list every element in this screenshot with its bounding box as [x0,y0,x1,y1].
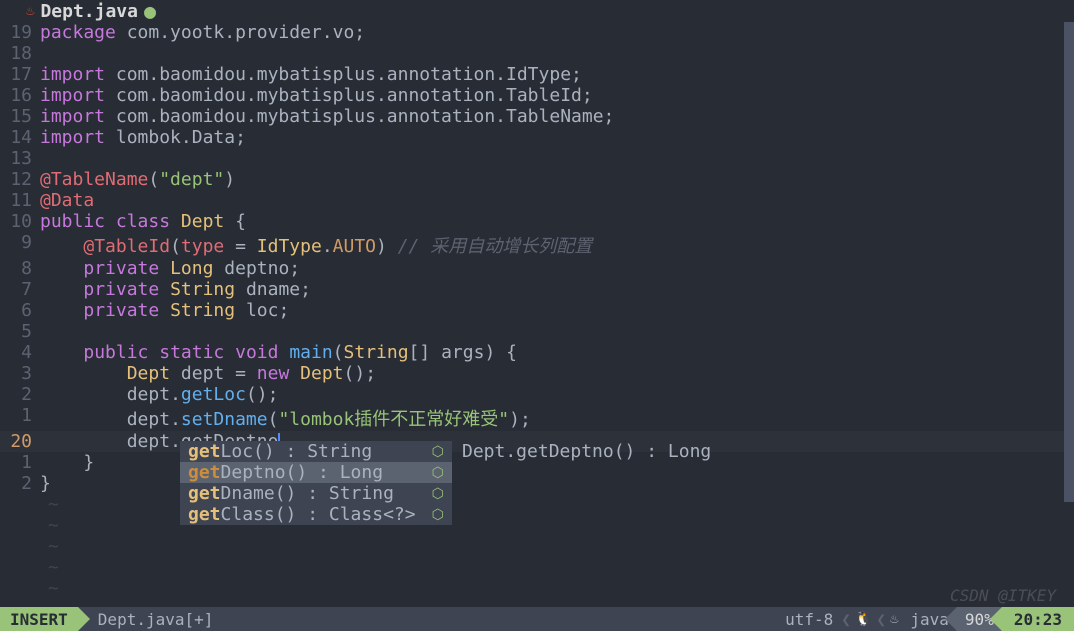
code-line[interactable]: 8 private Long deptno; [0,258,1074,279]
line-number: 4 [0,342,40,363]
code-editor[interactable]: 19package com.yootk.provider.vo;1817impo… [0,22,1074,599]
empty-line: ~ [0,557,1074,578]
completion-signature: Dept.getDeptno() : Long [454,441,719,462]
completion-popup[interactable]: getLoc() : String⬡getDeptno() : Long⬡get… [180,441,452,525]
line-number: 2 [0,473,40,494]
code-line[interactable]: 12@TableName("dept") [0,169,1074,190]
method-kind-icon: ⬡ [416,465,444,481]
line-number: 8 [0,258,40,279]
line-number: 16 [0,85,40,106]
code-line[interactable]: 9 @TableId(type = IdType.AUTO) // 采用自动增长… [0,232,1074,258]
line-number: 19 [0,22,40,43]
line-number: 7 [0,279,40,300]
java-icon: ♨ [886,611,902,627]
scrollbar-thumb[interactable] [1064,22,1074,502]
java-file-icon: ♨ [26,3,34,19]
chevron-left-icon: ❮ [876,610,886,629]
code-line[interactable]: 2 dept.getLoc(); [0,384,1074,405]
tab-filename[interactable]: Dept.java [40,1,138,22]
empty-line: ~ [0,578,1074,599]
line-number: 14 [0,127,40,148]
status-position: 20:23 [1002,607,1074,631]
method-kind-icon: ⬡ [416,444,444,460]
line-number: 15 [0,106,40,127]
code-line[interactable]: 15import com.baomidou.mybatisplus.annota… [0,106,1074,127]
code-line[interactable]: 7 private String dname; [0,279,1074,300]
code-line[interactable]: 1 dept.setDname("lombok插件不正常好难受"); [0,405,1074,431]
line-number: 1 [0,405,40,431]
method-kind-icon: ⬡ [416,507,444,523]
line-number: 5 [0,321,40,342]
line-number: 10 [0,211,40,232]
line-number: 20 [0,431,40,452]
line-number: 11 [0,190,40,211]
method-kind-icon: ⬡ [416,486,444,502]
code-line[interactable]: 11@Data [0,190,1074,211]
line-number: 1 [0,452,40,473]
line-number: 12 [0,169,40,190]
empty-line: ~ [0,515,1074,536]
completion-item[interactable]: getLoc() : String⬡ [180,441,452,462]
code-line[interactable]: 4 public static void main(String[] args)… [0,342,1074,363]
statusline: INSERT Dept.java[+] utf-8 ❮ 🐧 ❮ ♨ java 9… [0,607,1074,631]
line-number: 6 [0,300,40,321]
editor-scrollbar[interactable] [1064,22,1074,502]
code-line[interactable]: 3 Dept dept = new Dept(); [0,363,1074,384]
mode-indicator: INSERT [0,607,78,631]
completion-item[interactable]: getDeptno() : Long⬡ [180,462,452,483]
line-number: 3 [0,363,40,384]
line-number: 18 [0,43,40,64]
code-line[interactable]: 14import lombok.Data; [0,127,1074,148]
line-number: 17 [0,64,40,85]
empty-line: ~ [0,536,1074,557]
code-line[interactable]: 10public class Dept { [0,211,1074,232]
completion-item[interactable]: getDname() : String⬡ [180,483,452,504]
code-line[interactable]: 2} [0,473,1074,494]
line-number: 13 [0,148,40,169]
status-filename: Dept.java[+] [78,610,214,629]
status-encoding: utf-8 [777,610,841,629]
line-number: 2 [0,384,40,405]
code-line[interactable]: 6 private String loc; [0,300,1074,321]
chevron-left-icon: ❮ [841,610,851,629]
watermark: CSDN @ITKEY [950,586,1056,605]
code-line[interactable]: 16import com.baomidou.mybatisplus.annota… [0,85,1074,106]
code-line[interactable]: 19package com.yootk.provider.vo; [0,22,1074,43]
completion-item[interactable]: getClass() : Class<?>⬡ [180,504,452,525]
modified-indicator-icon: ● [144,0,156,23]
tab-bar: ♨ Dept.java ● [0,0,1074,22]
code-line[interactable]: 17import com.baomidou.mybatisplus.annota… [0,64,1074,85]
code-line[interactable]: 13 [0,148,1074,169]
code-line[interactable]: 5 [0,321,1074,342]
code-line[interactable]: 18 [0,43,1074,64]
empty-line: ~ [0,494,1074,515]
line-number: 9 [0,232,40,258]
tux-icon: 🐧 [851,611,876,627]
